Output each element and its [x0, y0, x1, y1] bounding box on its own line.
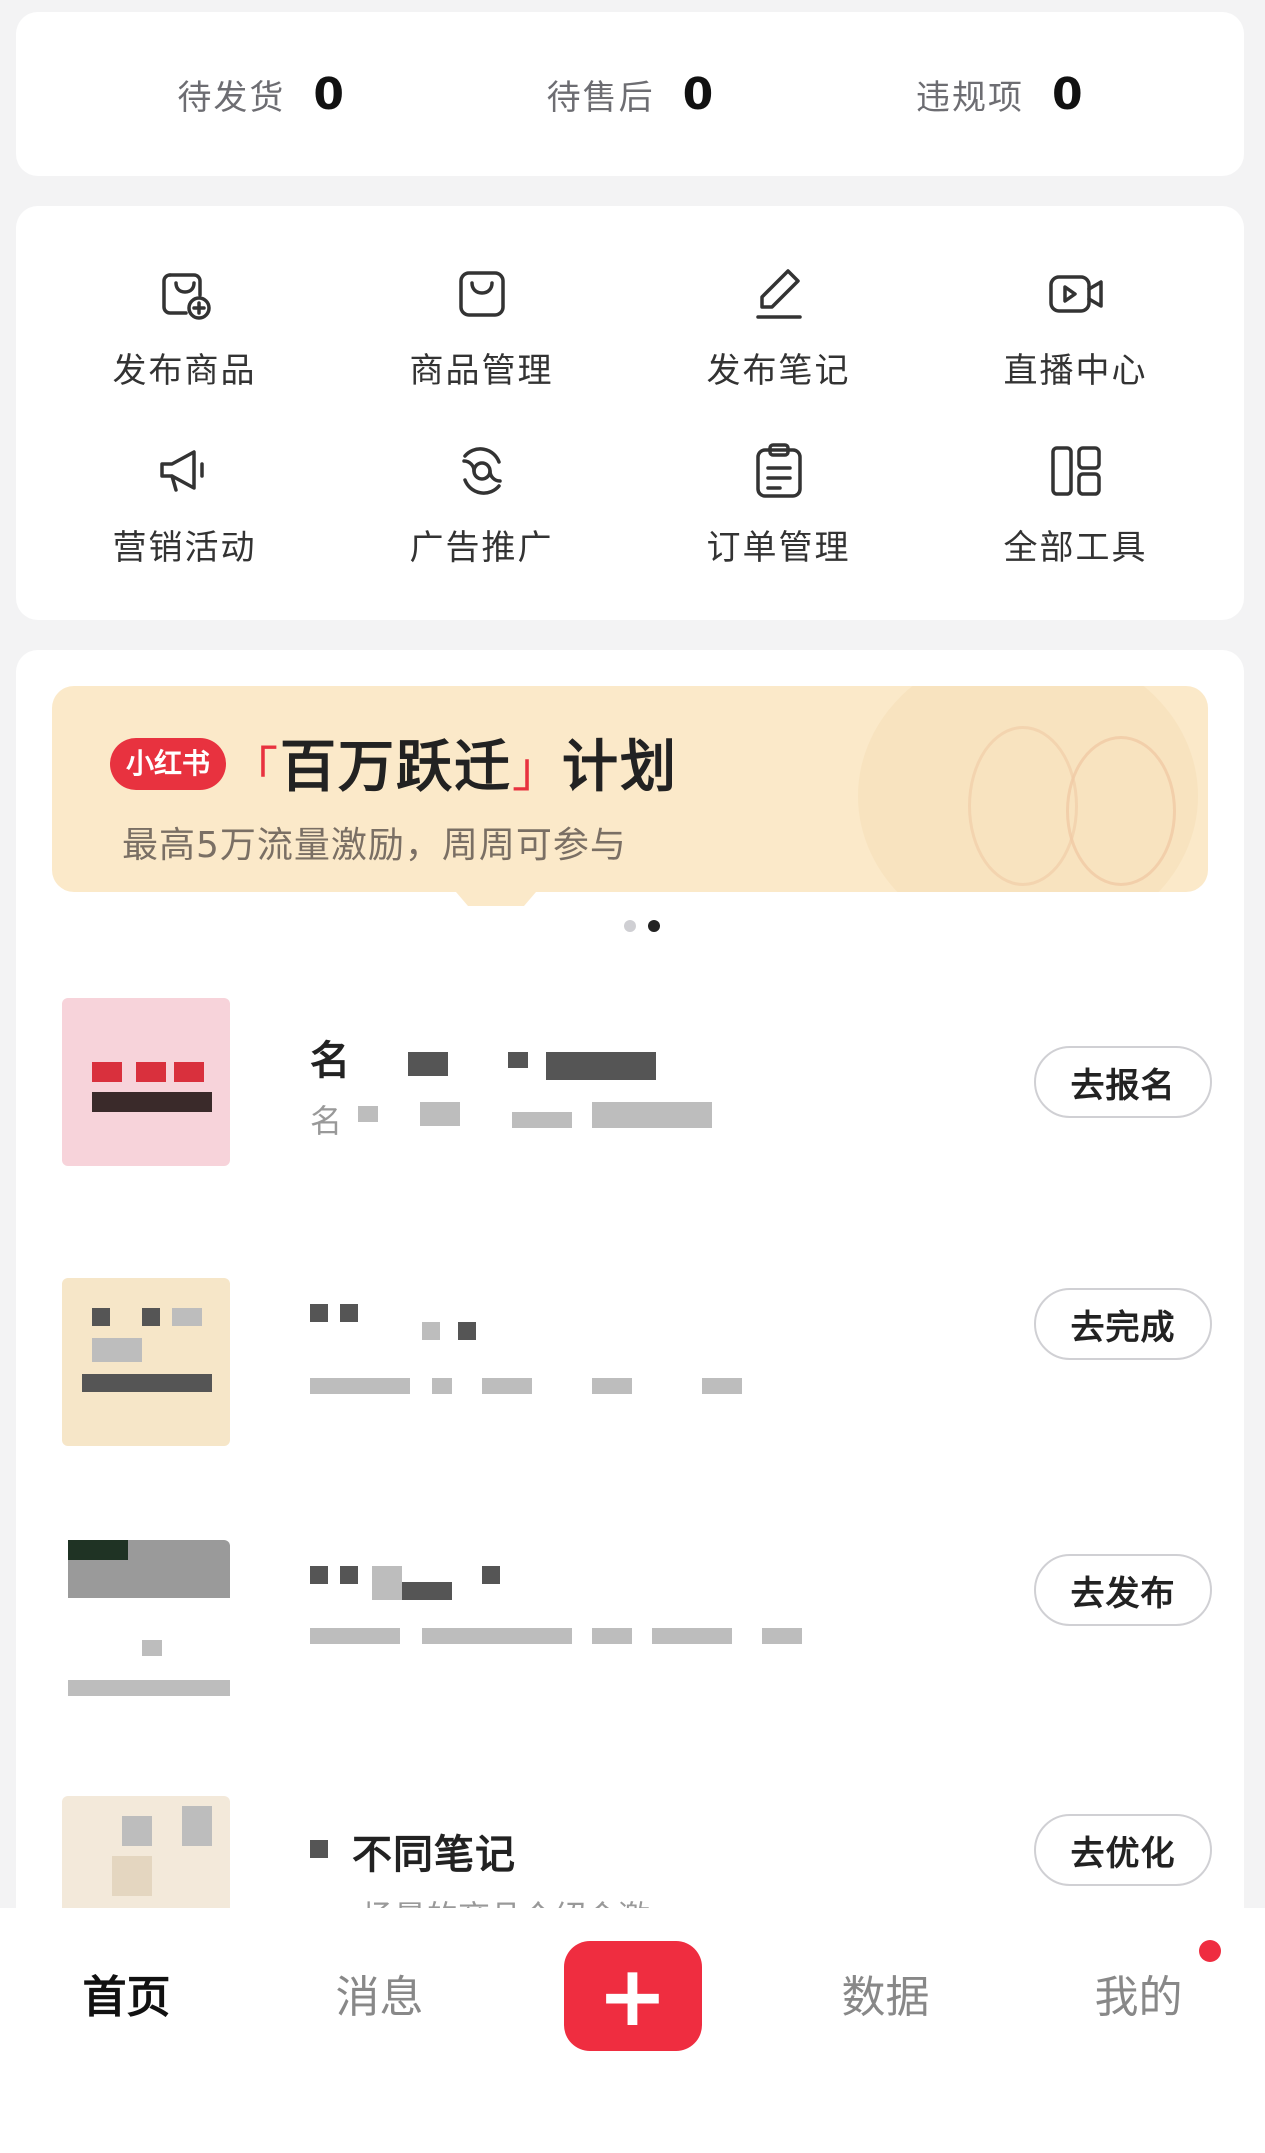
task-row: 去发布 — [62, 1540, 1212, 1730]
tab-me[interactable]: 我的 — [1039, 1928, 1239, 2058]
stat-violations[interactable]: 违规项 0 — [916, 69, 1083, 120]
tool-product-management[interactable]: 商品管理 — [333, 238, 630, 415]
stat-pending-shipment[interactable]: 待发货 0 — [177, 69, 344, 120]
plus-icon: + — [563, 1941, 702, 2051]
banner-subtitle: 最高5万流量激励，周周可参与 — [122, 825, 627, 866]
task-thumbnail — [62, 1278, 230, 1446]
tool-orders[interactable]: 订单管理 — [630, 415, 927, 592]
tool-label: 发布笔记 — [706, 351, 851, 391]
tool-label: 全部工具 — [1003, 528, 1148, 568]
tool-label: 广告推广 — [409, 528, 554, 568]
tab-publish[interactable]: + — [533, 1928, 733, 2058]
tab-label: 我的 — [1094, 1972, 1183, 2023]
swirl-icon — [461, 447, 502, 495]
tool-label: 发布商品 — [112, 351, 257, 391]
banner-title: 「百万跃迁」计划 — [230, 735, 679, 800]
tool-live-center[interactable]: 直播中心 — [927, 238, 1224, 415]
tool-marketing[interactable]: 营销活动 — [36, 415, 333, 592]
promo-banner[interactable]: 小红书 「百万跃迁」计划 最高5万流量激励，周周可参与 — [52, 686, 1208, 892]
task-thumbnail — [62, 1540, 230, 1708]
tool-label: 商品管理 — [409, 351, 554, 391]
tool-publish-product[interactable]: 发布商品 — [36, 238, 333, 415]
stat-label: 待售后 — [546, 77, 655, 118]
stat-value: 0 — [682, 68, 714, 120]
tool-label: 订单管理 — [706, 528, 851, 568]
live-camera-icon — [1048, 275, 1103, 313]
publish-button[interactable]: 去发布 — [1034, 1554, 1212, 1626]
banner-decoration — [1066, 736, 1176, 886]
banner-pointer — [456, 892, 536, 906]
bottom-tab-bar: 首页 消息 + 数据 我的 — [0, 1908, 1265, 2153]
stat-label: 待发货 — [177, 77, 286, 118]
banner-decoration — [968, 726, 1078, 886]
carousel-dot — [624, 920, 636, 932]
clipboard-icon — [755, 443, 802, 498]
complete-button[interactable]: 去完成 — [1034, 1288, 1212, 1360]
task-row: 去完成 — [62, 1278, 1212, 1468]
task-row: 名 名 去报名 — [62, 998, 1212, 1188]
seller-home-page: 待发货 0 待售后 0 违规项 0 发布商品 商品管理 发布笔记 直播中心 营销… — [0, 0, 1265, 2153]
tool-all-tools[interactable]: 全部工具 — [927, 415, 1224, 592]
tool-publish-note[interactable]: 发布笔记 — [630, 238, 927, 415]
megaphone-icon — [159, 450, 204, 492]
carousel-dot-active — [648, 920, 660, 932]
grid-icon — [1050, 446, 1101, 496]
tab-data[interactable]: 数据 — [786, 1928, 986, 2058]
stat-pending-aftersale[interactable]: 待售后 0 — [547, 69, 714, 120]
tool-label: 直播中心 — [1003, 351, 1148, 391]
tasks-card: 小红书 「百万跃迁」计划 最高5万流量激励，周周可参与 名 名 去报名 去完成 … — [16, 650, 1244, 1964]
pen-icon — [755, 269, 802, 319]
task-description: 名 — [310, 1102, 343, 1140]
stat-label: 违规项 — [916, 77, 1024, 118]
stat-value: 0 — [313, 68, 344, 120]
stat-value: 0 — [1052, 68, 1083, 120]
brand-logo: 小红书 — [110, 738, 227, 790]
tool-ads[interactable]: 广告推广 — [333, 415, 630, 592]
signup-button[interactable]: 去报名 — [1034, 1046, 1212, 1118]
tab-home[interactable]: 首页 — [27, 1928, 227, 2058]
task-thumbnail — [62, 998, 230, 1166]
notification-dot — [1198, 1940, 1221, 1962]
publish-product-icon — [161, 273, 211, 320]
tools-grid: 发布商品 商品管理 发布笔记 直播中心 营销活动 广告推广 订单管理 全部工具 — [16, 206, 1244, 620]
optimize-button[interactable]: 去优化 — [1034, 1814, 1212, 1886]
shopping-bag-icon — [458, 271, 505, 317]
task-title: 不同笔记 — [352, 1832, 516, 1878]
task-title: 名 — [310, 1038, 351, 1084]
tool-label: 营销活动 — [112, 528, 257, 568]
carousel-indicator — [624, 920, 660, 932]
order-stats-card: 待发货 0 待售后 0 违规项 0 — [16, 12, 1244, 176]
tab-messages[interactable]: 消息 — [280, 1928, 480, 2058]
